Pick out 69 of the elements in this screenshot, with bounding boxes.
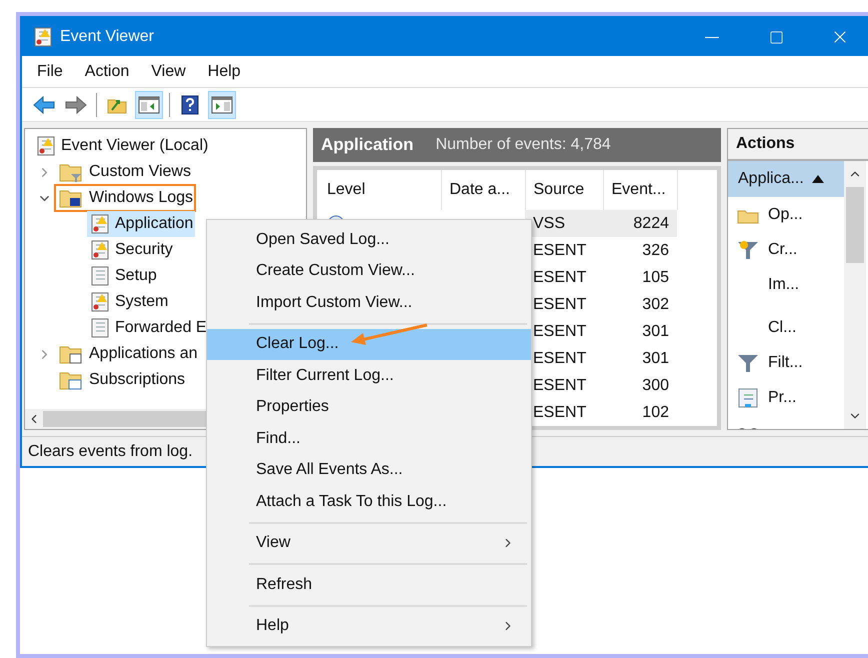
log-icon [91,292,109,312]
pane-icon [138,96,160,114]
actions-group-header[interactable]: Applica... [728,161,844,197]
collapse-triangle-icon [812,175,824,183]
log-icon [91,240,109,260]
tree-item[interactable]: Event Viewer (Local) [33,133,210,159]
log-icon [91,266,109,286]
tree-item[interactable]: Subscriptions [55,367,188,393]
tree-item[interactable]: Setup [87,263,159,289]
menu-item[interactable]: View [148,60,189,84]
menu-item[interactable]: Action [82,60,132,84]
tree-item[interactable]: Security [87,237,175,263]
table-cell[interactable]: 300 [603,372,677,399]
context-menu-item[interactable]: Import Custom View... [207,287,531,318]
context-menu-item[interactable]: Filter Current Log... [207,360,531,392]
action-link[interactable]: Cl... [768,316,796,340]
menu-item[interactable]: File [34,60,66,84]
context-menu-item[interactable]: Refresh [207,569,531,600]
table-cell[interactable]: 326 [603,237,677,264]
action-link[interactable]: Pr... [768,386,796,410]
log-icon [91,214,109,234]
action-link[interactable]: Filt... [768,350,803,374]
tree-item[interactable]: Forwarded E [87,315,209,341]
tree-item[interactable]: System [87,289,170,315]
action-link[interactable]: Im... [768,272,800,296]
minimize-icon [705,36,719,38]
filter-icon [737,352,759,372]
context-menu-item[interactable]: Find... [207,423,531,454]
context-menu-item[interactable]: Create Custom View... [207,256,531,287]
table-cell[interactable]: 301 [603,318,677,345]
window-title: Event Viewer [60,27,154,47]
log-icon [37,136,55,156]
help-book-icon [181,94,199,114]
filter-icon [737,240,759,260]
table-cell[interactable]: 105 [603,264,677,291]
tree-item[interactable]: Application [87,211,196,237]
actions-title: Actions [728,129,868,161]
pane-title: Application [321,134,414,156]
forward-arrow-icon [65,96,87,114]
properties-icon [738,388,758,408]
action-link[interactable]: Op... [768,202,803,226]
pane-icon [211,96,233,114]
tree-item[interactable]: Windows Logs [55,185,196,211]
log-icon [34,27,52,47]
tree-item[interactable]: Applications an [55,341,200,367]
column-header[interactable]: Date a... [441,170,525,210]
context-menu-item[interactable]: Help [207,610,531,642]
toolbar-button[interactable] [135,90,163,118]
context-menu-item[interactable]: View [207,528,531,559]
toolbar-button[interactable] [208,90,236,118]
menu-item[interactable]: Help [204,60,244,84]
table-cell[interactable]: 302 [603,291,677,318]
log-icon [91,318,109,338]
table-cell[interactable]: VSS [525,210,603,237]
scrollbar-thumb[interactable] [846,187,864,263]
action-link[interactable]: Cr... [768,238,798,262]
context-menu-item[interactable]: Properties [207,392,531,423]
table-cell[interactable]: 301 [603,345,677,372]
context-menu-item[interactable]: Attach a Task To this Log... [207,486,531,518]
table-cell[interactable]: 8224 [603,210,677,237]
context-menu-item[interactable]: Save All Events As... [207,454,531,486]
tree-item[interactable]: Custom Views [55,159,193,185]
table-cell[interactable]: 102 [603,399,677,426]
event-count: Number of events: 4,784 [436,135,611,155]
context-menu-item[interactable]: Clear Log... [207,328,531,360]
column-header[interactable]: Level [319,170,441,210]
maximize-icon [768,30,784,44]
back-arrow-icon [33,96,55,114]
status-text: Clears events from log. [27,442,194,462]
